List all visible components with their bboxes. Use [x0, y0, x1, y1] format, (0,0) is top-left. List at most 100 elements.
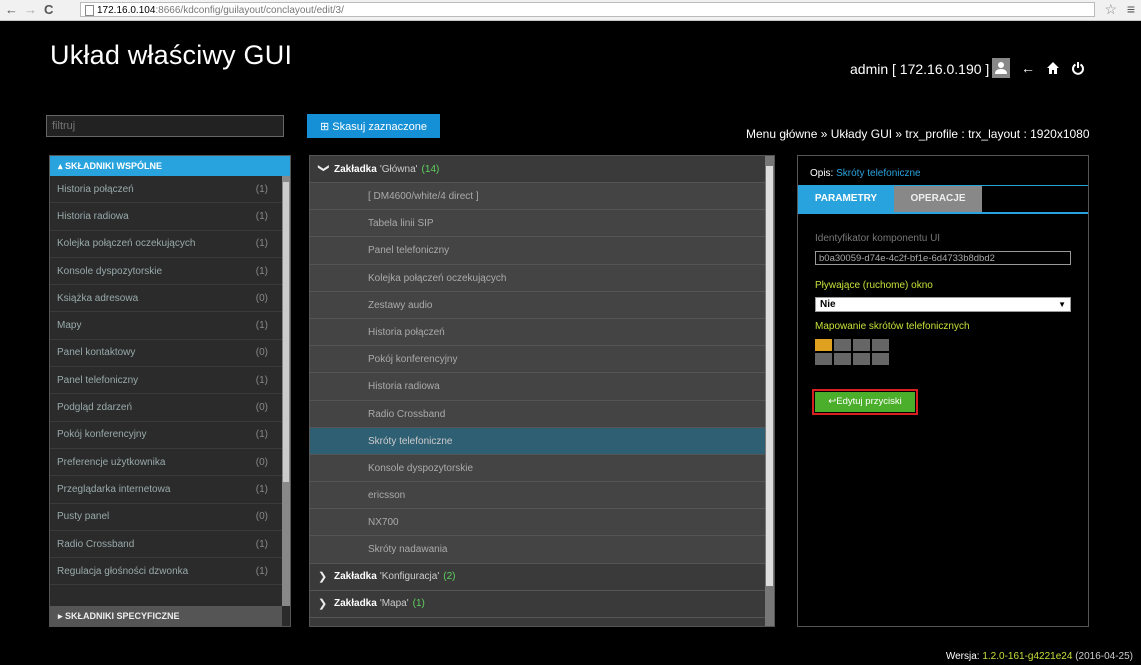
home-icon[interactable]	[1044, 58, 1062, 78]
user-icon[interactable]	[992, 58, 1010, 78]
back-arrow-icon[interactable]: ←	[1019, 58, 1037, 78]
left-scrollbar[interactable]	[282, 176, 290, 606]
grid-cell[interactable]	[834, 339, 851, 351]
component-count: (1)	[255, 183, 268, 195]
component-name: Historia radiowa	[57, 210, 129, 222]
tab-word: Zakładka	[334, 571, 377, 583]
component-list-item[interactable]: Regulacja głośności dzwonka (1)	[50, 558, 282, 586]
component-name: Pokój konferencyjny	[57, 429, 147, 441]
component-count: (0)	[255, 511, 268, 523]
tab-group-row[interactable]: ❯ Zakładka 'Mapa' (1)	[310, 591, 774, 618]
specific-components-header[interactable]: ▸ SKŁADNIKI SPECYFICZNE	[50, 606, 282, 626]
component-list-item[interactable]: Konsole dyspozytorskie (1)	[50, 258, 282, 286]
layout-item[interactable]: Konsole dyspozytorskie	[310, 454, 765, 483]
tab-count: (2)	[443, 571, 456, 583]
grid-cell[interactable]	[872, 353, 889, 365]
layout-item[interactable]: ericsson	[310, 482, 765, 510]
layout-item[interactable]: Panel telefoniczny	[310, 237, 765, 265]
tab-word: Zakładka	[334, 163, 377, 175]
component-count: (1)	[255, 374, 268, 386]
component-list-item[interactable]: Pusty panel (0)	[50, 504, 282, 531]
middle-scrollbar[interactable]	[765, 156, 774, 626]
common-components-header[interactable]: ▴ SKŁADNIKI WSPÓLNE	[50, 156, 290, 176]
component-list-item[interactable]: Panel kontaktowy (0)	[50, 340, 282, 368]
back-icon[interactable]: ←	[5, 2, 18, 18]
component-name: Konsole dyspozytorskie	[57, 265, 163, 277]
floating-window-value: Nie	[820, 299, 836, 310]
component-list-item[interactable]: Przeglądarka internetowa (1)	[50, 476, 282, 504]
grid-cell[interactable]	[815, 353, 832, 365]
grid-cell[interactable]	[834, 353, 851, 365]
grid-cell[interactable]	[872, 339, 889, 351]
tab-count: (14)	[421, 163, 440, 175]
grid-cell[interactable]	[853, 353, 870, 365]
edit-buttons-button[interactable]: ↩Edytuj przyciski	[815, 392, 915, 412]
chevron-down-icon[interactable]: ❯	[318, 163, 331, 175]
component-count: (1)	[255, 565, 268, 577]
layout-item[interactable]: Tabela linii SIP	[310, 210, 765, 238]
component-count: (1)	[255, 265, 268, 277]
layout-item[interactable]: Skróty telefoniczne	[310, 427, 765, 455]
component-name: Historia połączeń	[57, 183, 134, 195]
component-list-item[interactable]: Radio Crossband (1)	[50, 531, 282, 559]
tab-group-row[interactable]: ❯ Zakładka 'Główna' (14)	[310, 156, 774, 183]
shortcut-mapping-grid[interactable]	[815, 339, 890, 367]
layout-item[interactable]: Pokój konferencyjny	[310, 346, 765, 374]
tab-name: 'Konfiguracja'	[379, 571, 440, 583]
component-list-item[interactable]: Pokój konferencyjny (1)	[50, 422, 282, 449]
component-list-item[interactable]: Mapy (1)	[50, 312, 282, 340]
breadcrumb: Menu główne » Układy GUI » trx_profile :…	[746, 127, 1090, 141]
chevron-down-icon: ▼	[1058, 300, 1066, 309]
component-list-item[interactable]: Podgląd zdarzeń (0)	[50, 394, 282, 422]
version-number: 1.2.0-161-g4221e24	[982, 651, 1073, 662]
component-list-item[interactable]: Preferencje użytkownika (0)	[50, 449, 282, 477]
layout-item[interactable]: Historia połączeń	[310, 318, 765, 347]
filter-input[interactable]	[46, 115, 284, 137]
component-list-item[interactable]: Książka adresowa (0)	[50, 285, 282, 313]
floating-window-select[interactable]: Nie ▼	[815, 297, 1071, 312]
component-count: (1)	[255, 210, 268, 222]
layout-item[interactable]: [ DM4600/white/4 direct ]	[310, 183, 765, 211]
component-list-item[interactable]: Historia radiowa (1)	[50, 203, 282, 231]
layout-item[interactable]: Zestawy audio	[310, 291, 765, 319]
chevron-right-icon[interactable]: ❯	[318, 597, 334, 610]
component-list-item[interactable]: Kolejka połączeń oczekujących (1)	[50, 231, 282, 258]
component-name: Przeglądarka internetowa	[57, 483, 171, 495]
layout-item[interactable]: Historia radiowa	[310, 373, 765, 401]
version-label: Wersja:	[945, 651, 980, 662]
component-name: Regulacja głośności dzwonka	[57, 565, 189, 577]
power-icon[interactable]	[1069, 58, 1087, 78]
component-list-item[interactable]: Historia połączeń (1)	[50, 176, 282, 204]
tab-word: Zakładka	[334, 598, 377, 610]
common-components-panel: ▴ SKŁADNIKI WSPÓLNE Historia połączeń (1)…	[49, 155, 291, 627]
component-id-label: Identyfikator komponentu UI	[815, 233, 941, 244]
delete-selected-button[interactable]: ⊞ Skasuj zaznaczone	[307, 114, 440, 138]
component-count: (1)	[255, 238, 268, 250]
address-bar[interactable]: 172.16.0.104:8666/kdconfig/guilayout/con…	[80, 2, 1095, 17]
component-count: (0)	[255, 347, 268, 359]
layout-item[interactable]: NX700	[310, 509, 765, 537]
layout-item[interactable]: Skróty nadawania	[310, 536, 765, 564]
component-name: Podgląd zdarzeń	[57, 402, 133, 414]
tab-operations[interactable]: OPERACJE	[894, 186, 982, 212]
chevron-right-icon[interactable]: ❯	[318, 570, 334, 583]
page-title: Układ właściwy GUI	[50, 40, 293, 70]
tab-name: 'Mapa'	[379, 598, 409, 610]
component-name: Radio Crossband	[57, 538, 135, 550]
grid-cell[interactable]	[853, 339, 870, 351]
component-name: Kolejka połączeń oczekujących	[57, 238, 196, 250]
tab-group-row[interactable]: ❯ Zakładka 'Konfiguracja' (2)	[310, 564, 774, 591]
browser-menu-icon[interactable]: ≡	[1127, 1, 1135, 17]
component-list-item[interactable]: Panel telefoniczny (1)	[50, 367, 282, 395]
version-date: (2016-04-25)	[1075, 651, 1133, 662]
bookmark-star-icon[interactable]: ☆	[1104, 1, 1117, 18]
layout-item[interactable]: Kolejka połączeń oczekujących	[310, 264, 765, 292]
tab-parameters[interactable]: PARAMETRY	[798, 186, 894, 212]
component-id-field[interactable]: b0a30059-d74e-4c2f-bf1e-6d4733b8dbd2	[815, 251, 1071, 265]
component-count: (1)	[255, 320, 268, 332]
layout-item[interactable]: Radio Crossband	[310, 400, 765, 428]
page-icon	[85, 5, 94, 16]
forward-icon[interactable]: →	[24, 2, 37, 18]
grid-cell[interactable]	[815, 339, 832, 351]
reload-icon[interactable]: C	[44, 2, 53, 18]
